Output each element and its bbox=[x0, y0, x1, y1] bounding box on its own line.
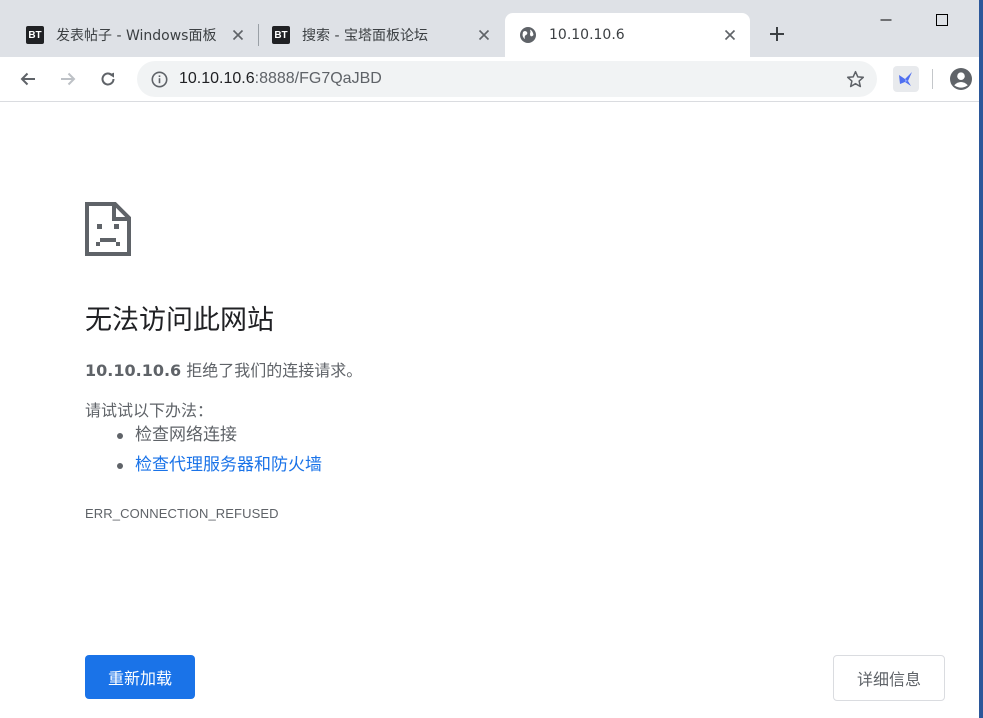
tab-title: 10.10.10.6 bbox=[549, 27, 625, 43]
tab-bt-search[interactable]: BT 搜索 - 宝塔面板论坛 bbox=[262, 13, 502, 57]
new-tab-button[interactable] bbox=[765, 22, 789, 46]
tab-active-ip[interactable]: 10.10.10.6 bbox=[505, 13, 750, 57]
sad-page-icon bbox=[85, 202, 131, 256]
reload-button[interactable] bbox=[94, 65, 122, 93]
tab-bt-post[interactable]: BT 发表帖子 - Windows面板 bbox=[16, 13, 256, 57]
reload-page-button[interactable]: 重新加载 bbox=[85, 655, 195, 699]
bt-favicon: BT bbox=[26, 26, 44, 44]
url-host: 10.10.10.6 bbox=[179, 70, 255, 87]
suggestion-check-network: 检查网络连接 bbox=[117, 422, 322, 452]
window-border bbox=[979, 0, 983, 718]
bird-extension-icon bbox=[899, 72, 912, 86]
tab-strip: BT 发表帖子 - Windows面板 BT 搜索 - 宝塔面板论坛 10.10… bbox=[0, 0, 983, 57]
close-icon[interactable] bbox=[230, 27, 246, 43]
error-heading: 无法访问此网站 bbox=[85, 305, 274, 336]
url-text[interactable]: 10.10.10.6:8888/FG7QaJBD bbox=[179, 70, 382, 88]
error-description-text: 拒绝了我们的连接请求。 bbox=[181, 361, 363, 380]
minimize-icon bbox=[880, 19, 892, 21]
bookmark-star-icon[interactable] bbox=[845, 69, 865, 89]
close-icon[interactable] bbox=[476, 27, 492, 43]
minimize-button[interactable] bbox=[876, 10, 896, 30]
tab-title: 搜索 - 宝塔面板论坛 bbox=[302, 28, 428, 44]
tab-separator bbox=[258, 24, 259, 46]
address-bar[interactable]: 10.10.10.6:8888/FG7QaJBD bbox=[137, 61, 877, 97]
close-icon[interactable] bbox=[722, 27, 738, 43]
browser-toolbar: 10.10.10.6:8888/FG7QaJBD bbox=[0, 57, 983, 102]
back-button[interactable] bbox=[14, 65, 42, 93]
error-code: ERR_CONNECTION_REFUSED bbox=[85, 506, 279, 521]
plus-icon bbox=[770, 27, 784, 41]
info-icon[interactable] bbox=[150, 70, 168, 88]
url-path: :8888/FG7QaJBD bbox=[254, 70, 382, 87]
error-host: 10.10.10.6 bbox=[85, 361, 182, 380]
toolbar-divider bbox=[932, 69, 933, 89]
error-description: 10.10.10.6 拒绝了我们的连接请求。 bbox=[85, 357, 362, 381]
bt-favicon: BT bbox=[272, 26, 290, 44]
forward-button[interactable] bbox=[54, 65, 82, 93]
maximize-button[interactable] bbox=[932, 10, 952, 30]
details-button[interactable]: 详细信息 bbox=[833, 655, 945, 701]
maximize-icon bbox=[936, 14, 948, 26]
reload-icon bbox=[101, 72, 115, 86]
globe-icon bbox=[519, 26, 537, 44]
suggestions-label: 请试试以下办法： bbox=[85, 401, 214, 420]
arrow-left-icon bbox=[20, 72, 35, 86]
error-page: 无法访问此网站 10.10.10.6 拒绝了我们的连接请求。 请试试以下办法： … bbox=[0, 102, 983, 718]
tab-title: 发表帖子 - Windows面板 bbox=[56, 28, 217, 44]
suggestion-check-proxy-link[interactable]: 检查代理服务器和防火墙 bbox=[117, 452, 322, 482]
arrow-right-icon bbox=[61, 72, 76, 86]
account-circle-icon bbox=[950, 68, 972, 90]
extension-button[interactable] bbox=[893, 66, 919, 92]
suggestions-list: 检查网络连接 检查代理服务器和防火墙 bbox=[85, 422, 322, 482]
profile-button[interactable] bbox=[948, 66, 974, 92]
